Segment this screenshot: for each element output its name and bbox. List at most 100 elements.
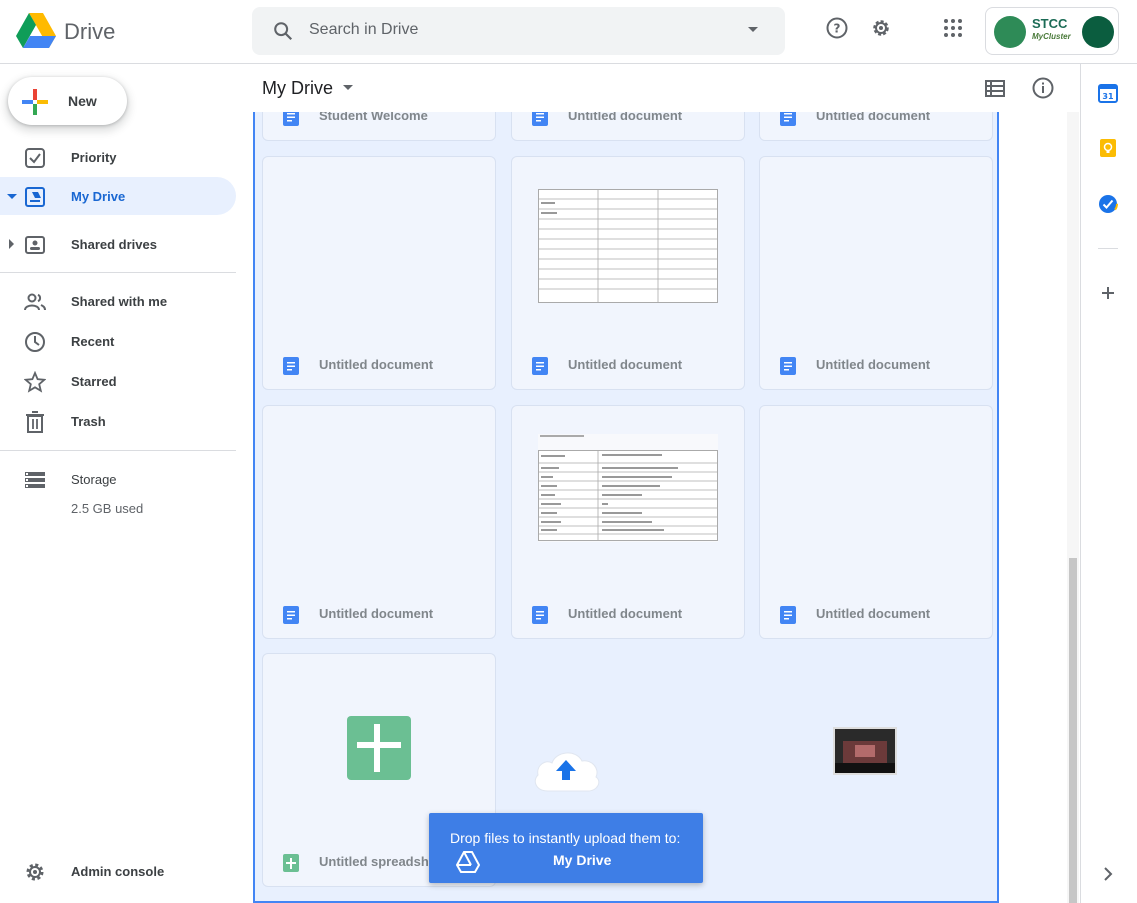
search-input[interactable]: Search in Drive bbox=[309, 21, 418, 39]
sidebar-item-label: Recent bbox=[71, 334, 115, 349]
people-icon bbox=[24, 293, 46, 311]
sheets-large-icon bbox=[347, 716, 411, 780]
sidebar-item-shared-with-me[interactable]: Shared with me bbox=[0, 282, 236, 320]
file-card[interactable]: Student Welcome bbox=[262, 112, 496, 141]
avatar[interactable] bbox=[1082, 16, 1114, 48]
storage-icon bbox=[25, 472, 45, 488]
doc-icon bbox=[532, 357, 548, 375]
doc-icon bbox=[532, 606, 548, 624]
shared-drives-icon bbox=[25, 236, 45, 254]
search-icon[interactable] bbox=[272, 20, 294, 42]
organization-logo-icon bbox=[994, 16, 1026, 48]
expand-arrow-icon[interactable] bbox=[9, 239, 14, 249]
scrollbar-thumb[interactable] bbox=[1069, 558, 1077, 903]
settings-gear-icon[interactable] bbox=[869, 16, 893, 40]
sidebar-item-starred[interactable]: Starred bbox=[0, 362, 236, 400]
file-name: Untitled document bbox=[319, 357, 434, 372]
organization-subname: MyCluster bbox=[1032, 32, 1071, 41]
video-thumbnail bbox=[833, 727, 897, 775]
doc-icon bbox=[283, 112, 299, 126]
document-thumbnail bbox=[538, 434, 718, 542]
sidebar-item-trash[interactable]: Trash bbox=[0, 402, 236, 440]
clock-icon bbox=[25, 332, 45, 352]
sidebar-item-priority[interactable]: Priority bbox=[0, 138, 236, 176]
calendar-icon[interactable]: 31 bbox=[1098, 83, 1118, 103]
file-name: Untitled document bbox=[816, 112, 931, 123]
sidebar: New Priority My Drive Shared drives Shar… bbox=[0, 64, 250, 903]
drive-outline-icon bbox=[456, 851, 480, 873]
trash-icon bbox=[26, 411, 44, 433]
doc-icon bbox=[283, 357, 299, 375]
file-card-footer: Untitled document bbox=[760, 112, 992, 140]
add-addon-plus-icon[interactable] bbox=[1098, 283, 1118, 303]
file-name: Untitled document bbox=[816, 357, 931, 372]
doc-icon bbox=[780, 357, 796, 375]
file-card-footer: Untitled document bbox=[512, 590, 744, 638]
file-name: Untitled document bbox=[568, 112, 683, 123]
top-bar: Drive Search in Drive ? STCC MyCluster bbox=[0, 0, 1137, 64]
organization-name: STCC bbox=[1032, 16, 1068, 31]
new-button-label: New bbox=[68, 93, 97, 109]
file-name: Untitled document bbox=[319, 606, 434, 621]
file-name: Student Welcome bbox=[319, 112, 428, 123]
sidebar-item-admin-console[interactable]: Admin console bbox=[0, 852, 236, 890]
divider bbox=[1098, 248, 1118, 249]
apps-grid-icon[interactable] bbox=[941, 16, 965, 40]
help-icon[interactable]: ? bbox=[825, 16, 849, 40]
info-icon[interactable] bbox=[1031, 76, 1055, 100]
expand-arrow-icon[interactable] bbox=[7, 194, 17, 199]
app-name[interactable]: Drive bbox=[64, 19, 115, 45]
doc-icon bbox=[283, 606, 299, 624]
sidebar-item-recent[interactable]: Recent bbox=[0, 322, 236, 360]
storage-usage-text: 2.5 GB used bbox=[71, 501, 144, 516]
drive-logo-icon[interactable] bbox=[16, 12, 56, 50]
page-title[interactable]: My Drive bbox=[262, 78, 333, 99]
sidebar-item-storage[interactable]: Storage bbox=[0, 460, 236, 498]
file-card[interactable]: Untitled document bbox=[759, 156, 993, 390]
checkbox-icon bbox=[25, 148, 45, 168]
scrollbar[interactable] bbox=[1067, 112, 1079, 903]
side-panel-rail: 31 bbox=[1080, 64, 1137, 903]
svg-text:?: ? bbox=[834, 22, 841, 36]
keep-icon[interactable] bbox=[1098, 138, 1118, 158]
search-options-chevron-down-icon[interactable] bbox=[748, 27, 758, 32]
sidebar-item-label: Shared drives bbox=[71, 237, 157, 252]
chevron-right-icon[interactable] bbox=[1098, 864, 1118, 884]
file-card[interactable]: Untitled document bbox=[759, 112, 993, 141]
file-card[interactable]: Untitled document bbox=[262, 156, 496, 390]
new-button[interactable]: New bbox=[8, 77, 127, 125]
divider bbox=[0, 272, 236, 273]
doc-icon bbox=[532, 112, 548, 126]
sidebar-item-my-drive[interactable]: My Drive bbox=[0, 177, 236, 215]
search-box[interactable]: Search in Drive bbox=[252, 7, 785, 55]
main-header: My Drive bbox=[250, 64, 1080, 112]
sidebar-item-label: Starred bbox=[71, 374, 117, 389]
sheet-icon bbox=[283, 854, 299, 872]
file-card-footer: Untitled document bbox=[512, 112, 744, 140]
upload-toast: Drop files to instantly upload them to: … bbox=[429, 813, 703, 883]
file-card[interactable]: Untitled document bbox=[511, 405, 745, 639]
sidebar-item-shared-drives[interactable]: Shared drives bbox=[0, 225, 236, 263]
file-card[interactable]: Untitled document bbox=[262, 405, 496, 639]
account-switcher[interactable]: STCC MyCluster bbox=[985, 7, 1119, 55]
file-card-footer: Untitled document bbox=[760, 341, 992, 389]
my-drive-icon bbox=[25, 187, 45, 207]
sidebar-item-label: Storage bbox=[71, 472, 117, 487]
file-card[interactable]: Untitled document bbox=[511, 112, 745, 141]
admin-gear-icon bbox=[26, 863, 44, 881]
sidebar-item-label: My Drive bbox=[71, 189, 126, 204]
file-card-footer: Untitled document bbox=[263, 341, 495, 389]
file-card[interactable]: Untitled document bbox=[759, 405, 993, 639]
sidebar-item-label: Priority bbox=[71, 150, 117, 165]
tasks-icon[interactable] bbox=[1098, 194, 1118, 214]
file-grid-dropzone[interactable]: Student Welcome Untitled document Untitl… bbox=[253, 112, 999, 903]
sidebar-item-label: Trash bbox=[71, 414, 106, 429]
chevron-down-icon[interactable] bbox=[343, 85, 353, 90]
divider bbox=[0, 450, 236, 451]
svg-text:31: 31 bbox=[1102, 92, 1114, 101]
doc-icon bbox=[780, 112, 796, 126]
file-card[interactable]: Untitled document bbox=[511, 156, 745, 390]
list-view-icon[interactable] bbox=[983, 76, 1007, 100]
document-thumbnail bbox=[538, 189, 718, 303]
file-card-footer: Student Welcome bbox=[263, 112, 495, 140]
